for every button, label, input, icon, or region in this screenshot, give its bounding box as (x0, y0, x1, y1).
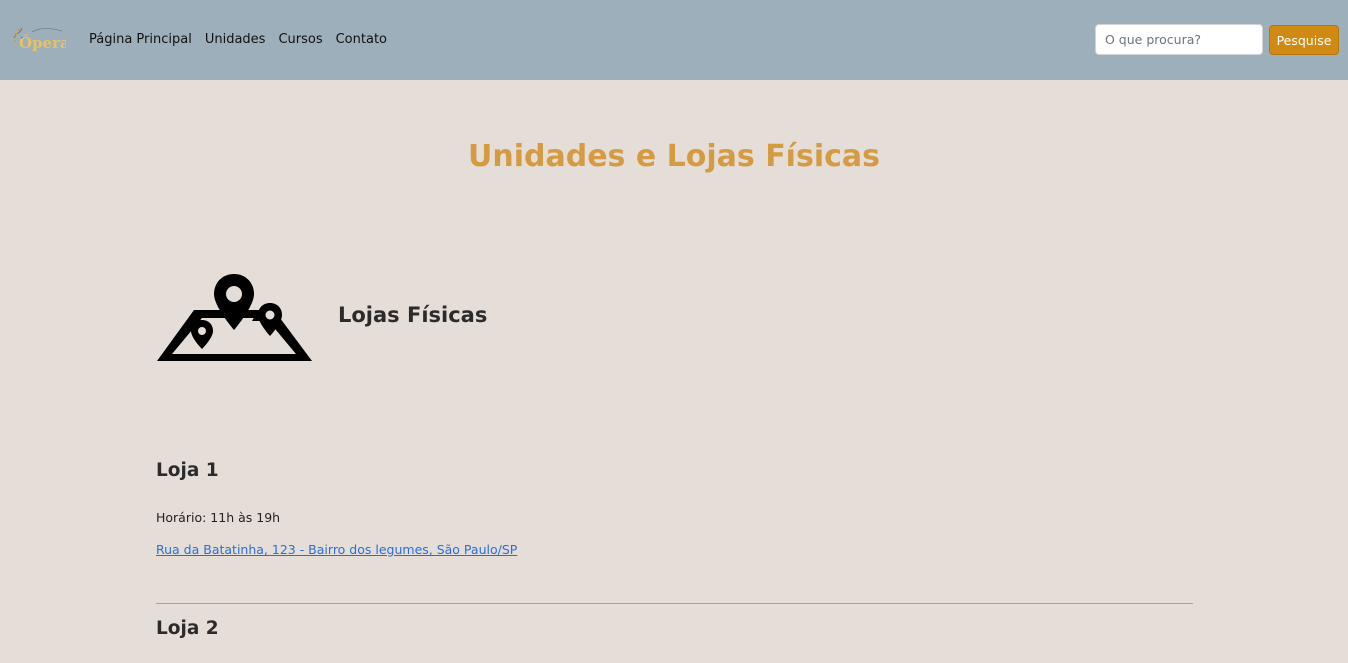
main-nav: Página Principal Unidades Cursos Contato (89, 31, 400, 49)
brand-logo[interactable]: Ópera (12, 24, 66, 54)
store-title-1: Loja 1 (156, 460, 219, 481)
search-input[interactable] (1095, 24, 1263, 55)
nav-link-home[interactable]: Página Principal (89, 31, 192, 49)
opera-logo-icon: Ópera (13, 27, 66, 52)
store-hours-1: Horário: 11h às 19h (156, 510, 281, 525)
nav-link-contato[interactable]: Contato (336, 31, 387, 49)
divider (156, 603, 1193, 604)
map-pins-icon (156, 272, 313, 364)
section-heading-lojas-fisicas: Lojas Físicas (338, 303, 488, 327)
store-address-link-1[interactable]: Rua da Batatinha, 123 - Bairro dos legum… (156, 542, 517, 558)
search-button[interactable]: Pesquise (1269, 25, 1339, 55)
page-title: Unidades e Lojas Físicas (468, 139, 880, 174)
store-title-2: Loja 2 (156, 618, 219, 639)
navbar: Ópera Página Principal Unidades Cursos C… (0, 0, 1348, 80)
brand-text: Ópera (19, 34, 66, 52)
nav-link-unidades[interactable]: Unidades (205, 31, 266, 49)
nav-link-cursos[interactable]: Cursos (278, 31, 322, 49)
